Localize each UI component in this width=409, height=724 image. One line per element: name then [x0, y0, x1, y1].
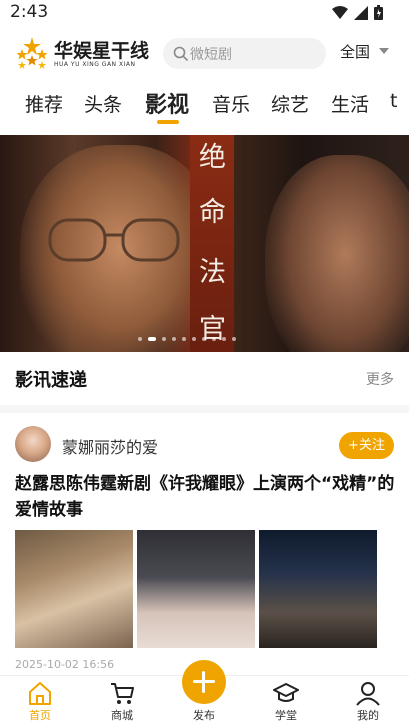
- more-link[interactable]: 更多: [366, 369, 394, 389]
- article-thumbnail[interactable]: [137, 530, 255, 648]
- banner-title-char: 法: [199, 257, 226, 288]
- carousel-dot[interactable]: [202, 337, 206, 341]
- home-icon: [29, 682, 51, 705]
- article-date: 2025-10-02 16:56: [15, 658, 115, 671]
- news-section-header: 影讯速递 更多: [0, 352, 409, 405]
- banner-carousel[interactable]: 绝 命 法 官: [0, 135, 409, 352]
- graduation-cap-icon: [273, 683, 299, 702]
- stars-logo-icon: [16, 37, 48, 69]
- article-headline[interactable]: 赵露思陈伟霆新剧《许我耀眼》上演两个“戏精”的爱情故事: [15, 471, 399, 523]
- plus-icon: [182, 660, 226, 704]
- bottom-nav: 首页 商城 发布 学堂 我的: [0, 660, 409, 724]
- tab-film-tv[interactable]: 影视: [145, 87, 189, 119]
- nav-mall[interactable]: 商城: [92, 676, 152, 724]
- app-header: 华娱星干线 HUA YU XING GAN XIAN 微短剧 全国: [0, 26, 409, 82]
- section-title: 影讯速递: [15, 370, 87, 391]
- carousel-dot[interactable]: [162, 337, 166, 341]
- carousel-dot[interactable]: [212, 337, 216, 341]
- signal-icon: [354, 5, 368, 20]
- carousel-dot[interactable]: [172, 337, 176, 341]
- carousel-dot[interactable]: [148, 337, 156, 341]
- follow-button[interactable]: +关注: [339, 432, 394, 459]
- carousel-dot[interactable]: [138, 337, 142, 341]
- glasses-decor: [48, 218, 180, 262]
- tab-recommend[interactable]: 推荐: [25, 90, 63, 117]
- carousel-dot[interactable]: [222, 337, 226, 341]
- status-bar: 2:43: [0, 0, 409, 26]
- avatar[interactable]: [15, 426, 51, 462]
- banner-title-char: 命: [199, 197, 226, 228]
- nav-home-label: 首页: [29, 709, 51, 722]
- nav-publish-label: 发布: [193, 709, 215, 722]
- carousel-dots: [138, 337, 236, 341]
- category-tabs: 推荐 头条 影视 音乐 综艺 生活 t: [0, 82, 409, 135]
- nav-profile-label: 我的: [357, 709, 379, 722]
- tab-life[interactable]: 生活: [331, 90, 369, 117]
- author-name[interactable]: 蒙娜丽莎的爱: [62, 434, 158, 458]
- nav-publish[interactable]: 发布: [174, 660, 234, 724]
- tab-variety[interactable]: 综艺: [271, 90, 309, 117]
- banner-actor-right: [265, 155, 409, 352]
- tab-music[interactable]: 音乐: [212, 90, 250, 117]
- carousel-dot[interactable]: [192, 337, 196, 341]
- article-thumbnail[interactable]: [259, 530, 377, 648]
- logo-subtext: HUA YU XING GAN XIAN: [54, 61, 136, 68]
- article-thumbnail[interactable]: [15, 530, 133, 648]
- tab-headlines[interactable]: 头条: [84, 90, 122, 117]
- nav-home[interactable]: 首页: [10, 676, 70, 724]
- article-card[interactable]: 蒙娜丽莎的爱 +关注 赵露思陈伟霆新剧《许我耀眼》上演两个“戏精”的爱情故事 2…: [0, 413, 409, 675]
- cart-icon: [111, 683, 134, 704]
- app-logo[interactable]: 华娱星干线 HUA YU XING GAN XIAN: [14, 34, 149, 74]
- search-icon: [173, 46, 188, 61]
- nav-profile[interactable]: 我的: [338, 676, 398, 724]
- battery-icon: [374, 5, 383, 20]
- carousel-dot[interactable]: [182, 337, 186, 341]
- search-input[interactable]: 微短剧: [163, 38, 326, 69]
- banner-title-char: 绝: [199, 142, 226, 173]
- nav-school[interactable]: 学堂: [256, 676, 316, 724]
- user-icon: [356, 682, 380, 706]
- tab-more[interactable]: t: [390, 90, 397, 112]
- nav-mall-label: 商城: [111, 709, 133, 722]
- carousel-dot[interactable]: [232, 337, 236, 341]
- wifi-icon: [332, 5, 348, 19]
- active-tab-indicator: [157, 120, 179, 124]
- logo-text: 华娱星干线: [54, 40, 150, 62]
- chevron-down-icon: [379, 48, 389, 54]
- search-placeholder: 微短剧: [190, 47, 232, 63]
- region-label: 全国: [340, 43, 371, 61]
- nav-school-label: 学堂: [275, 709, 297, 722]
- status-time: 2:43: [10, 2, 49, 22]
- region-selector[interactable]: 全国: [340, 41, 389, 62]
